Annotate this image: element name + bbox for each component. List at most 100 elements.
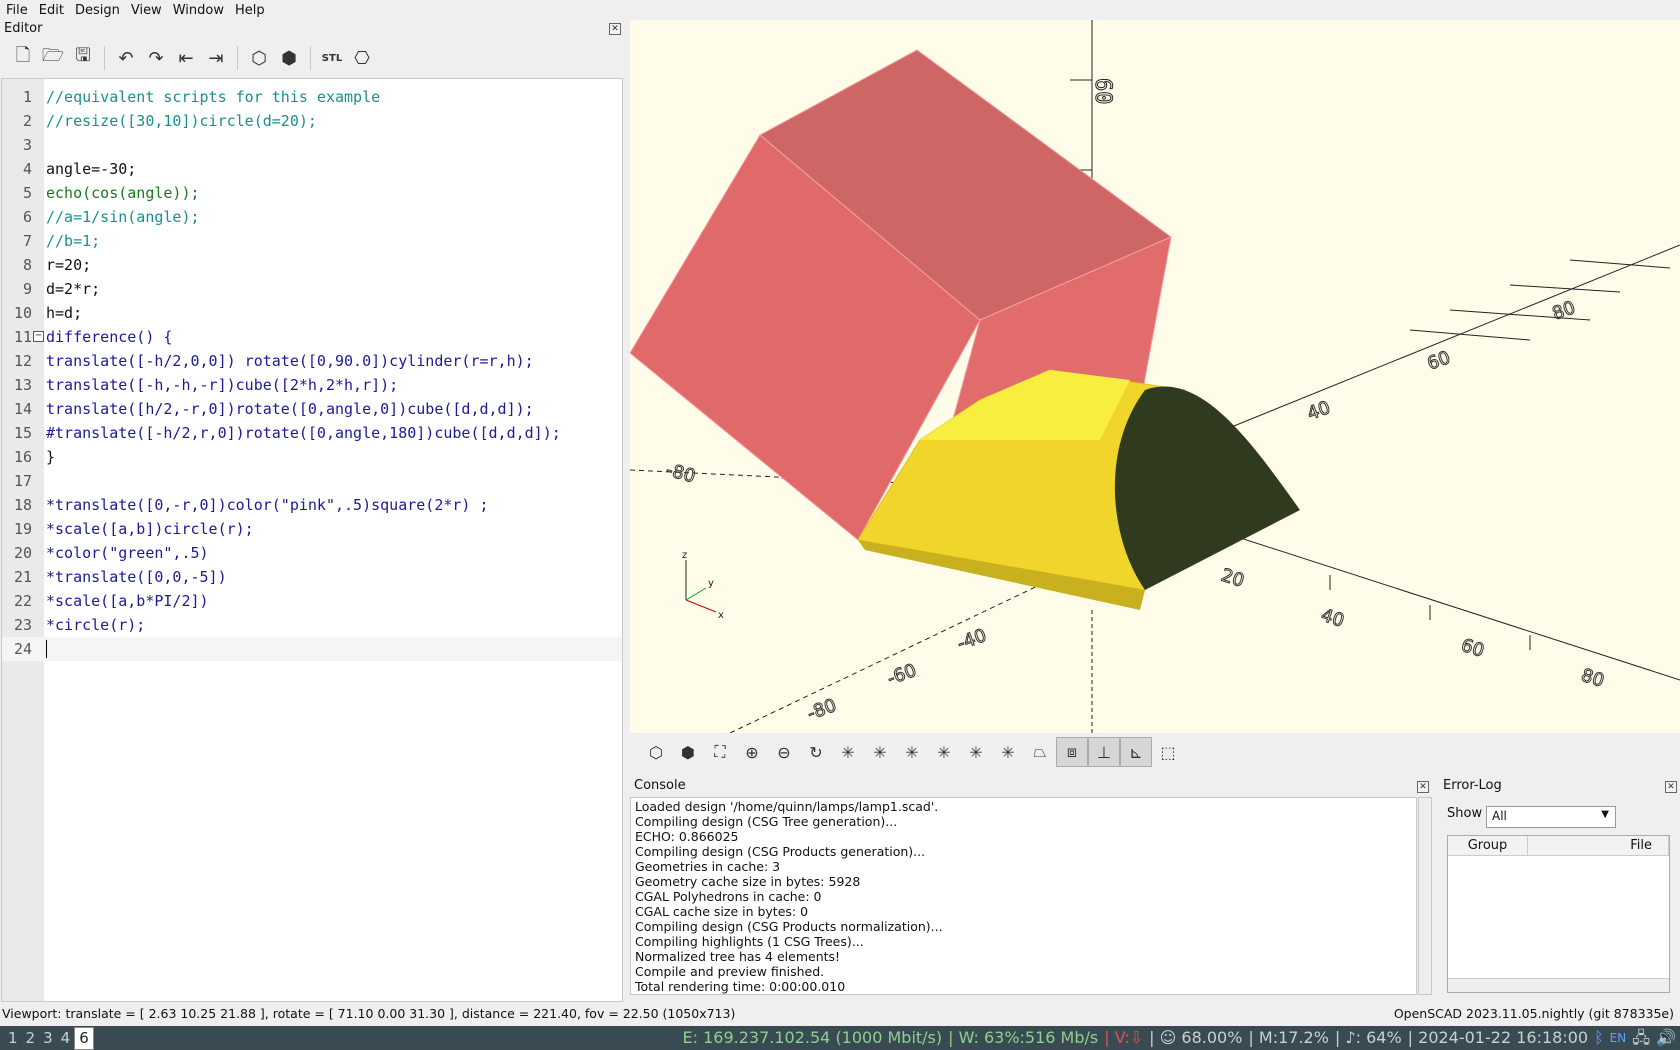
unindent-icon[interactable]: ⇤ (171, 43, 201, 73)
code-line[interactable]: 1 //equivalent scripts for this example (2, 85, 622, 109)
line-number: 1 (22, 88, 32, 106)
x-tick-label: 40 (1318, 605, 1346, 632)
indent-icon[interactable]: ⇥ (201, 43, 231, 73)
network-icon[interactable]: 🖧 (1632, 1026, 1650, 1050)
errorlog-filter-select[interactable]: All ▼ (1486, 806, 1616, 828)
line-number: 15 (13, 424, 32, 442)
zoom-in-icon[interactable]: ⊕ (736, 737, 768, 767)
code-line[interactable]: 16} (2, 445, 622, 469)
view-all-icon[interactable]: ⛶ (704, 737, 736, 767)
errorlog-table[interactable]: Group File (1447, 835, 1670, 993)
code-line[interactable]: 4 angle=-30; (2, 157, 622, 181)
undo-icon[interactable]: ↶ (111, 43, 141, 73)
code-line[interactable]: 9 d=2*r; (2, 277, 622, 301)
code-line[interactable]: 21 *translate([0,0,-5]) (2, 565, 622, 589)
line-number: 4 (22, 160, 32, 178)
open-file-icon[interactable]: 🗁 (38, 43, 68, 73)
code-line[interactable]: 13 translate([-h,-h,-r])cube([2*h,2*h,r])… (2, 373, 622, 397)
render-icon[interactable]: ⬢ (672, 737, 704, 767)
code-line[interactable]: 6 //a=1/sin(angle); (2, 205, 622, 229)
menu-window[interactable]: Window (167, 3, 229, 18)
menu-edit[interactable]: Edit (33, 3, 69, 18)
fold-toggle-icon[interactable]: − (33, 331, 44, 342)
view-back-icon[interactable]: ✳ (896, 737, 928, 767)
code-line[interactable]: 20 *color("green",.5) (2, 541, 622, 565)
zoom-out-icon[interactable]: ⊖ (768, 737, 800, 767)
render-icon[interactable]: ⬢ (274, 43, 304, 73)
console-output[interactable]: Loaded design '/home/quinn/lamps/lamp1.s… (630, 797, 1417, 995)
menu-file[interactable]: File (0, 3, 33, 18)
code-line[interactable]: 5 echo(cos(angle)); (2, 181, 622, 205)
axis-indicator-x: x (718, 610, 724, 621)
code-line[interactable]: 3 (2, 133, 622, 157)
viewport-toolbar: ⬡ ⬢ ⛶ ⊕ ⊖ ↻ ✳ ✳ ✳ ✳ ✳ ✳ ⏢ ⧈ ⊥ ⊾ ⬚ (630, 734, 1680, 770)
redo-icon[interactable]: ↷ (141, 43, 171, 73)
orthogonal-icon[interactable]: ⧈ (1056, 737, 1088, 767)
view-bottom-icon[interactable]: ✳ (992, 737, 1024, 767)
editor-close-icon[interactable]: ✕ (609, 23, 621, 35)
export-stl-icon[interactable]: STL (317, 43, 347, 73)
workspace-2[interactable]: 2 (22, 1026, 40, 1050)
code-line[interactable]: 15 #translate([-h/2,r,0])rotate([0,angle,… (2, 421, 622, 445)
console-line: Compiling highlights (1 CSG Trees)... (635, 934, 864, 949)
console-line: Compiling design (CSG Products generatio… (635, 844, 926, 859)
console-scrollbar[interactable] (1418, 797, 1432, 995)
show-edges-icon[interactable]: ⬚ (1152, 737, 1184, 767)
bluetooth-icon[interactable]: ᛒ (1594, 1026, 1604, 1050)
column-header-group[interactable]: Group (1448, 836, 1528, 855)
workspace-3[interactable]: 3 (39, 1026, 57, 1050)
line-number: 10 (13, 304, 32, 322)
reset-view-icon[interactable]: ↻ (800, 737, 832, 767)
errorlog-hscrollbar[interactable] (1448, 978, 1669, 992)
send-to-printer-icon[interactable]: ⎔ (347, 43, 377, 73)
datetime: | 2024-01-22 16:18:00 (1407, 1028, 1589, 1047)
view-left-icon[interactable]: ✳ (864, 737, 896, 767)
code-line[interactable]: 12 translate([-h/2,0,0]) rotate([0,90.0])… (2, 349, 622, 373)
code-line[interactable]: 2 //resize([30,10])circle(d=20); (2, 109, 622, 133)
save-file-icon[interactable]: 🖫 (68, 43, 98, 73)
view-front-icon[interactable]: ✳ (928, 737, 960, 767)
battery-status: | ☺ 68.00% (1149, 1028, 1243, 1047)
preview-icon[interactable]: ⬡ (244, 43, 274, 73)
console-line: Geometry cache size in bytes: 5928 (635, 874, 861, 889)
keyboard-layout-icon[interactable]: EN (1610, 1026, 1627, 1050)
preview-icon[interactable]: ⬡ (640, 737, 672, 767)
code-editor[interactable]: 1 //equivalent scripts for this example 2… (1, 78, 623, 1002)
view-top-icon[interactable]: ✳ (960, 737, 992, 767)
code-line[interactable]: 18 *translate([0,-r,0])color("pink",.5)sq… (2, 493, 622, 517)
code-line[interactable]: 8 r=20; (2, 253, 622, 277)
y-tick-label: 60 (1425, 347, 1454, 375)
menu-design[interactable]: Design (69, 3, 125, 18)
workspace-1[interactable]: 1 (4, 1026, 22, 1050)
code-line[interactable]: 22 *scale([a,b*PI/2]) (2, 589, 622, 613)
view-right-icon[interactable]: ✳ (832, 737, 864, 767)
editor-toolbar: 🗋 🗁 🖫 ↶ ↷ ⇤ ⇥ ⬡ ⬢ STL ⎔ (0, 40, 628, 76)
volume-icon[interactable]: 🔊 (1656, 1026, 1676, 1050)
errorlog-close-icon[interactable]: ✕ (1665, 781, 1677, 793)
show-axes-icon[interactable]: ⊥ (1088, 737, 1120, 767)
errorlog-filter-value: All (1492, 809, 1507, 823)
code-line[interactable]: 14 translate([h/2,-r,0])rotate([0,angle,0… (2, 397, 622, 421)
menu-view[interactable]: View (125, 3, 167, 18)
code-text: //a=1/sin(angle); (46, 208, 200, 226)
workspace-4[interactable]: 4 (57, 1026, 75, 1050)
code-line[interactable]: 11− difference() { (2, 325, 622, 349)
show-scale-markers-icon[interactable]: ⊾ (1120, 737, 1152, 767)
3d-viewport[interactable]: 60 40 20 -80 -40 20 40 60 80 -80 -60 -40… (630, 20, 1680, 733)
code-text: h=d; (46, 304, 83, 322)
code-line[interactable]: 7 //b=1; (2, 229, 622, 253)
code-line[interactable]: 17 (2, 469, 622, 493)
console-line: Compiling design (CSG Products normaliza… (635, 919, 943, 934)
console-close-icon[interactable]: ✕ (1417, 781, 1429, 793)
code-line[interactable]: 10 h=d; (2, 301, 622, 325)
menu-help[interactable]: Help (229, 3, 270, 18)
new-file-icon[interactable]: 🗋 (8, 43, 38, 73)
line-number: 7 (22, 232, 32, 250)
line-number: 24 (13, 640, 32, 658)
perspective-icon[interactable]: ⏢ (1024, 737, 1056, 767)
code-line[interactable]: 23 *circle(r); (2, 613, 622, 637)
column-header-file[interactable]: File (1528, 836, 1669, 855)
code-line-current[interactable]: 24 (2, 637, 622, 661)
code-line[interactable]: 19 *scale([a,b])circle(r); (2, 517, 622, 541)
workspace-6[interactable]: 6 (74, 1027, 94, 1050)
